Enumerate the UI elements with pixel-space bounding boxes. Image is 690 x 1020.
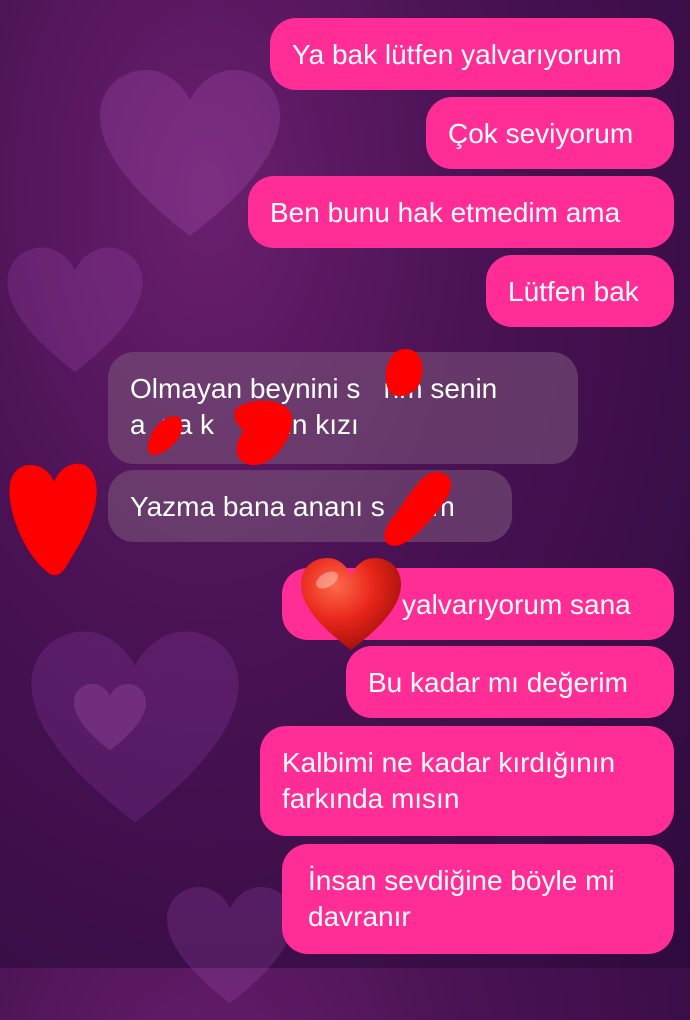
- background-heart-icon: [74, 684, 146, 751]
- outgoing-message[interactable]: Kalbimi ne kadar kırdığının farkında mıs…: [260, 726, 674, 836]
- outgoing-message[interactable]: Çok seviyorum: [426, 97, 674, 169]
- background-heart-icon: [167, 887, 293, 1004]
- incoming-message[interactable]: Olmayan beynini s rim senin a na k mun k…: [108, 352, 578, 464]
- incoming-message[interactable]: Yazma bana ananı s ım: [108, 470, 512, 542]
- outgoing-message[interactable]: Lütfen bak: [486, 255, 674, 327]
- outgoing-message[interactable]: yalvarıyorum sana: [282, 568, 674, 640]
- outgoing-message[interactable]: İnsan sevdiğine böyle mi davranır: [282, 844, 674, 954]
- background-heart-icon: [31, 631, 239, 823]
- outgoing-message[interactable]: Ben bunu hak etmedim ama: [248, 176, 674, 248]
- redaction-scribble: [9, 463, 97, 576]
- outgoing-message[interactable]: Bu kadar mı değerim: [346, 646, 674, 718]
- outgoing-message[interactable]: Ya bak lütfen yalvarıyorum: [270, 18, 674, 90]
